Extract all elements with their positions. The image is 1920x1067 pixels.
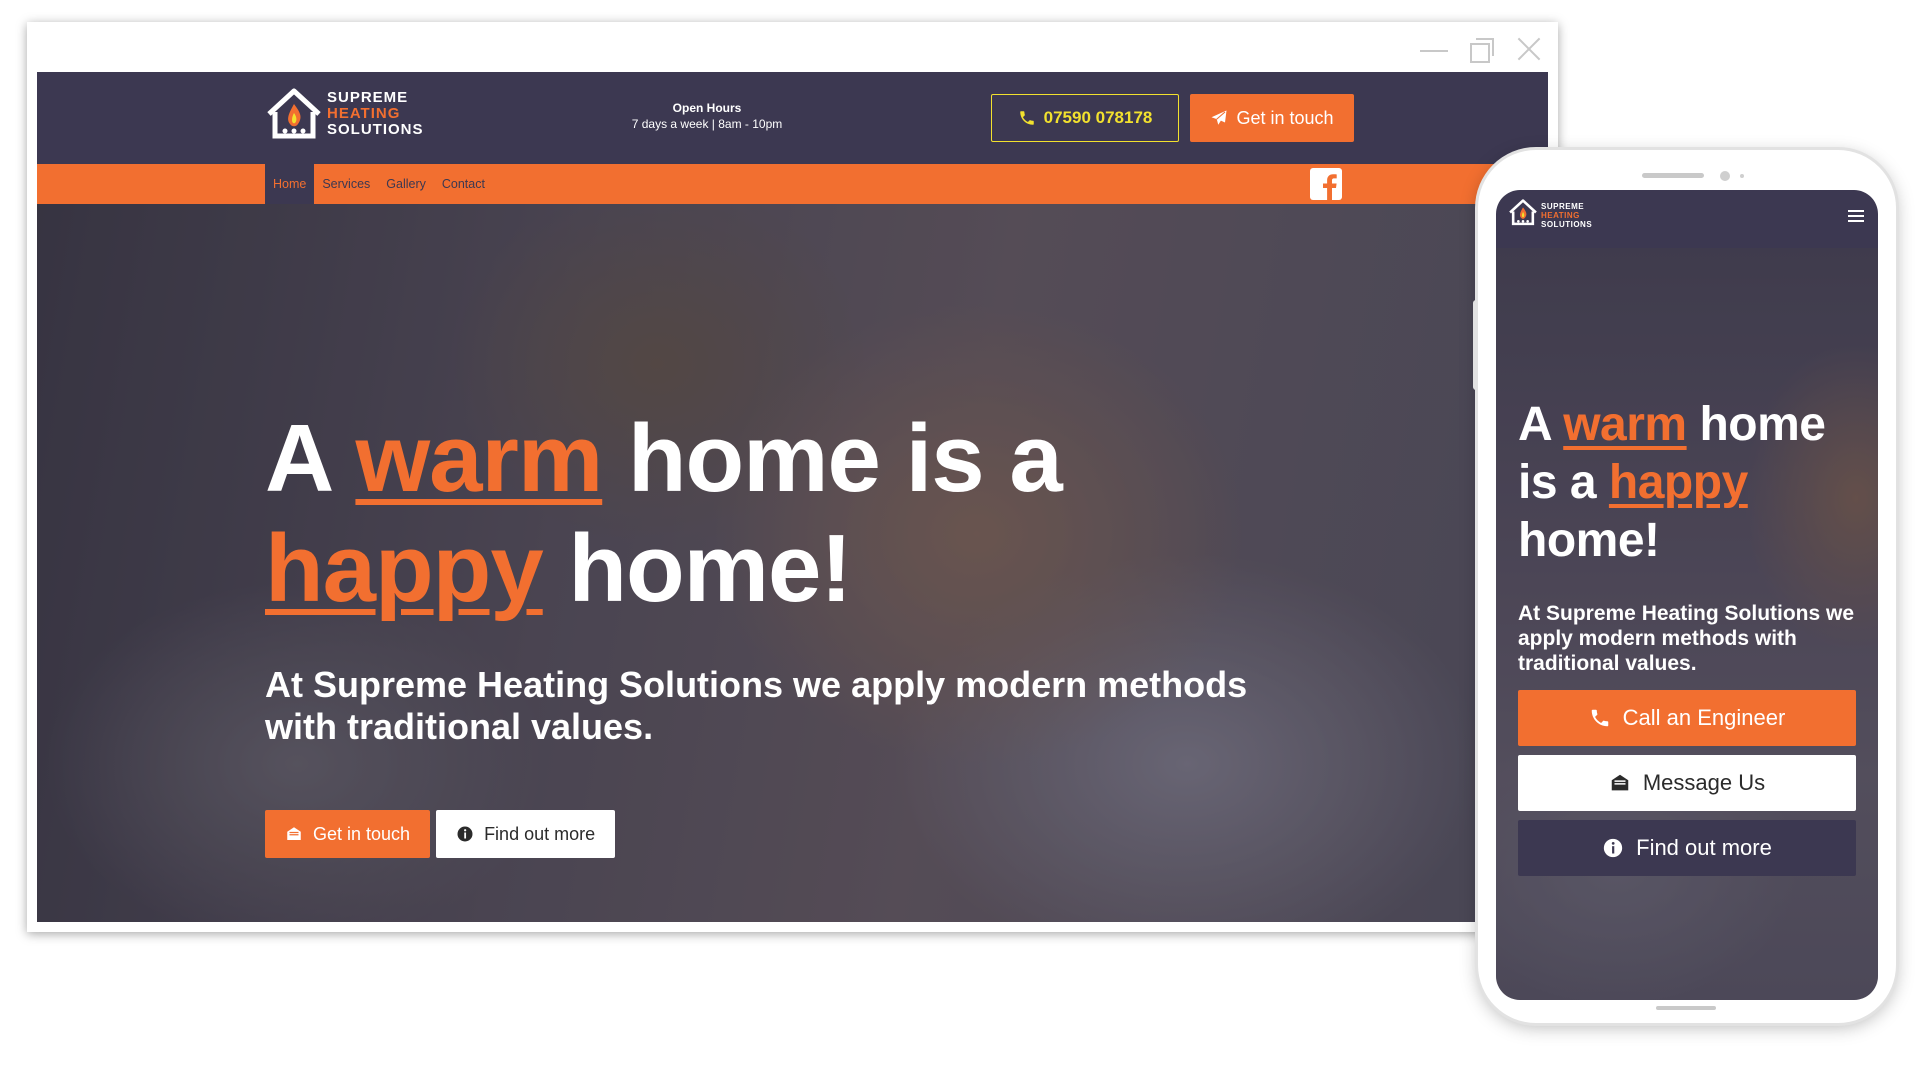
logo-line-2: HEATING xyxy=(327,105,401,122)
mobile-find-out-more-button[interactable]: Find out more xyxy=(1518,820,1856,876)
logo[interactable]: SUPREME HEATING SOLUTIONS xyxy=(265,86,424,142)
site-header: SUPREME HEATING SOLUTIONS Open Hours 7 d… xyxy=(37,72,1548,164)
mobile-logo-line-2: HEATING xyxy=(1541,210,1580,220)
mobile-hero-title-part-1: A xyxy=(1518,398,1564,451)
hero-title: A warm home is a happy home! xyxy=(265,404,1315,624)
mobile-hero-subtitle: At Supreme Heating Solutions we apply mo… xyxy=(1518,602,1855,675)
hero-title-accent-happy: happy xyxy=(265,515,544,622)
envelope-open-icon xyxy=(285,825,303,843)
hero-subtitle: At Supreme Heating Solutions we apply mo… xyxy=(265,664,1248,747)
nav-item-home[interactable]: Home xyxy=(265,164,315,204)
logo-line-3: SOLUTIONS xyxy=(327,121,424,138)
hero-content: A warm home is a happy home! At Supreme … xyxy=(265,404,1315,748)
mobile-hero-title-part-3: home! xyxy=(1518,514,1660,567)
paper-plane-icon xyxy=(1210,109,1228,127)
hero-title-part-2: home is a xyxy=(602,405,1063,512)
message-us-label: Message Us xyxy=(1642,770,1766,795)
open-hours: Open Hours 7 days a week | 8am - 10pm xyxy=(607,100,807,132)
close-icon[interactable] xyxy=(1516,36,1542,62)
mobile-find-out-more-label: Find out more xyxy=(1636,835,1772,860)
mobile-hero-section: A warm home is a happy home! At Supreme … xyxy=(1496,248,1878,1000)
hero-find-out-more-button[interactable]: Find out more xyxy=(436,810,616,858)
desktop-page: SUPREME HEATING SOLUTIONS Open Hours 7 d… xyxy=(37,72,1548,922)
phone-icon xyxy=(1018,109,1036,127)
hero-buttons: Get in touch Find out more xyxy=(265,810,616,858)
facebook-icon[interactable] xyxy=(1310,168,1342,200)
phone-side-button xyxy=(1473,300,1478,390)
hero-title-part-1: A xyxy=(265,405,356,512)
house-flame-logo-icon xyxy=(1508,198,1538,232)
house-flame-logo-icon xyxy=(265,86,323,142)
hero-get-in-touch-button[interactable]: Get in touch xyxy=(265,810,431,858)
hero-section: A warm home is a happy home! At Supreme … xyxy=(37,204,1548,922)
mobile-screen: SUPREME HEATING SOLUTIONS A warm home is… xyxy=(1496,190,1878,1000)
phone-speaker xyxy=(1642,173,1704,178)
hero-get-in-touch-label: Get in touch xyxy=(313,823,411,844)
phone-sensor xyxy=(1740,174,1744,178)
mobile-hero-title-accent-warm: warm xyxy=(1563,398,1687,451)
header-cta-label: Get in touch xyxy=(1236,107,1334,128)
envelope-open-icon xyxy=(1609,772,1631,794)
mobile-logo-text: SUPREME HEATING SOLUTIONS xyxy=(1541,202,1592,229)
hero-find-out-more-label: Find out more xyxy=(484,823,596,844)
header-get-in-touch-button[interactable]: Get in touch xyxy=(1190,94,1354,142)
restore-icon[interactable] xyxy=(1468,36,1494,63)
mobile-phone-mockup: SUPREME HEATING SOLUTIONS A warm home is… xyxy=(1473,150,1896,1023)
mobile-hero-title: A warm home is a happy home! xyxy=(1518,396,1858,570)
message-us-button[interactable]: Message Us xyxy=(1518,755,1856,811)
desktop-browser-window: SUPREME HEATING SOLUTIONS Open Hours 7 d… xyxy=(27,22,1558,932)
nav-item-gallery[interactable]: Gallery xyxy=(378,164,434,204)
phone-number-label: 07590 078178 xyxy=(1043,108,1153,127)
minimize-icon[interactable] xyxy=(1420,36,1448,62)
mobile-logo[interactable]: SUPREME HEATING SOLUTIONS xyxy=(1508,198,1592,232)
main-navigation: Home Services Gallery Contact xyxy=(37,164,1548,204)
nav-item-services[interactable]: Services xyxy=(314,164,378,204)
open-hours-text: 7 days a week | 8am - 10pm xyxy=(631,117,783,131)
hamburger-menu-icon[interactable] xyxy=(1848,210,1864,222)
hero-title-accent-warm: warm xyxy=(355,405,603,512)
phone-number-button[interactable]: 07590 078178 xyxy=(991,94,1179,142)
logo-line-1: SUPREME xyxy=(327,89,409,106)
phone-home-indicator xyxy=(1656,1006,1716,1010)
call-engineer-label: Call an Engineer xyxy=(1622,705,1786,730)
mobile-logo-line-1: SUPREME xyxy=(1541,201,1585,211)
hero-title-part-3: home! xyxy=(542,515,852,622)
nav-item-contact[interactable]: Contact xyxy=(434,164,493,204)
info-circle-icon xyxy=(1602,837,1624,859)
mobile-logo-line-3: SOLUTIONS xyxy=(1541,219,1593,229)
mobile-hero-title-accent-happy: happy xyxy=(1608,456,1748,509)
phone-camera xyxy=(1720,171,1730,181)
call-engineer-button[interactable]: Call an Engineer xyxy=(1518,690,1856,746)
phone-icon xyxy=(1589,707,1611,729)
open-hours-title: Open Hours xyxy=(672,101,742,115)
window-controls xyxy=(1420,36,1542,63)
logo-text: SUPREME HEATING SOLUTIONS xyxy=(327,90,424,138)
nav-links: Home Services Gallery Contact xyxy=(265,164,493,204)
mobile-header: SUPREME HEATING SOLUTIONS xyxy=(1496,190,1878,248)
info-circle-icon xyxy=(456,825,474,843)
